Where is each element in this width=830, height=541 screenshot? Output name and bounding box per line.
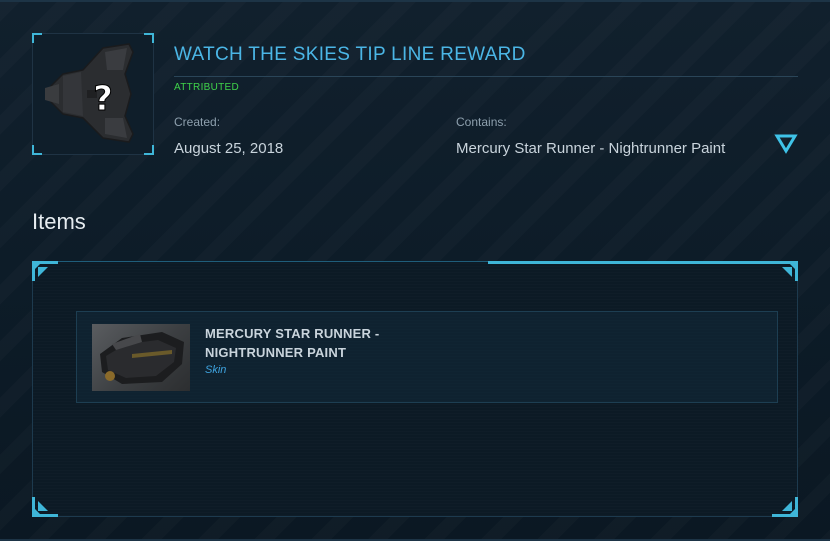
divider <box>174 76 798 77</box>
corner-accent <box>32 261 58 281</box>
item-name: MERCURY STAR RUNNER - NIGHTRUNNER PAINT <box>205 326 380 360</box>
contains-label: Contains: <box>456 115 507 129</box>
created-value: August 25, 2018 <box>174 140 284 157</box>
item-type: Skin <box>205 364 227 376</box>
items-heading: Items <box>32 209 86 234</box>
chevron-down-triangle-icon <box>774 134 798 154</box>
item-thumbnail <box>92 324 190 391</box>
svg-text:?: ? <box>93 79 113 119</box>
corner-accent <box>32 497 58 517</box>
pledge-thumbnail[interactable]: ? <box>32 33 154 155</box>
contains-value: Mercury Star Runner - Nightrunner Paint <box>456 140 726 157</box>
created-label: Created: <box>174 115 221 129</box>
question-mark-ship-icon: ? <box>45 43 134 143</box>
ship-paint-icon <box>100 332 184 384</box>
pledge-panel: ? WATCH THE SKIES TIP LINE REWARD ATTRIB… <box>0 0 830 541</box>
corner-accent <box>772 261 798 281</box>
expand-toggle-button[interactable] <box>774 132 798 154</box>
pledge-title: WATCH THE SKIES TIP LINE REWARD <box>174 44 526 65</box>
status-badge: ATTRIBUTED <box>174 82 240 93</box>
corner-accent <box>772 497 798 517</box>
accent-bar <box>488 261 778 264</box>
list-item[interactable]: MERCURY STAR RUNNER - NIGHTRUNNER PAINT … <box>76 311 778 403</box>
